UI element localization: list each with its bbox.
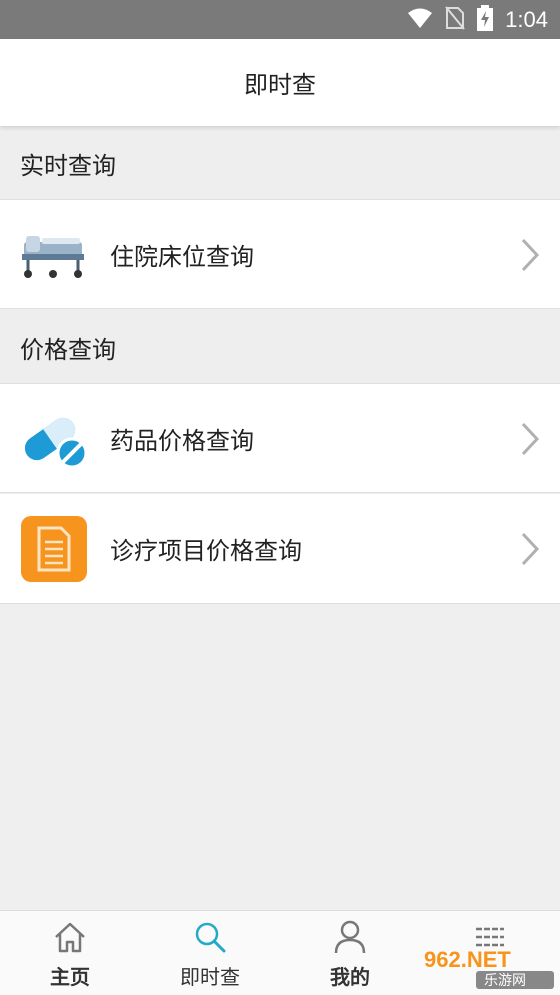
document-icon bbox=[20, 515, 88, 583]
chevron-right-icon bbox=[521, 238, 540, 272]
nav-label: 即时查 bbox=[180, 965, 240, 989]
pill-icon bbox=[20, 405, 88, 473]
section-header-realtime: 实时查询 bbox=[0, 126, 560, 200]
chevron-right-icon bbox=[521, 422, 540, 456]
page-title: 即时查 bbox=[244, 71, 316, 99]
nav-item-instant-query[interactable]: 即时查 bbox=[140, 911, 280, 995]
battery-charging-icon bbox=[477, 4, 494, 35]
chevron-right-icon bbox=[521, 532, 540, 566]
watermark-text: 962.NET bbox=[424, 947, 511, 972]
status-bar: 1:04 bbox=[0, 0, 560, 39]
watermark-subtext: 乐游网 bbox=[484, 973, 526, 989]
watermark-logo: 962.NET 乐游网 bbox=[424, 947, 554, 989]
list-item-drug-price[interactable]: 药品价格查询 bbox=[0, 383, 560, 493]
list-item-bed-query[interactable]: 住院床位查询 bbox=[0, 199, 560, 309]
user-icon bbox=[334, 920, 366, 954]
nav-label: 我的 bbox=[330, 965, 370, 989]
list-item-label: 药品价格查询 bbox=[110, 426, 254, 455]
home-icon bbox=[55, 922, 85, 953]
no-sim-icon bbox=[445, 5, 465, 34]
section-header-price: 价格查询 bbox=[0, 310, 560, 384]
hospital-bed-icon bbox=[20, 221, 88, 289]
title-bar: 即时查 bbox=[0, 39, 560, 126]
nav-label: 主页 bbox=[50, 965, 90, 989]
status-time: 1:04 bbox=[505, 6, 548, 32]
nav-item-home[interactable]: 主页 bbox=[0, 911, 140, 995]
list-item-label: 诊疗项目价格查询 bbox=[110, 537, 302, 565]
search-icon bbox=[195, 922, 226, 953]
list-item-label: 住院床位查询 bbox=[110, 242, 254, 271]
nav-item-mine[interactable]: 我的 bbox=[280, 911, 420, 995]
list-item-treatment-price[interactable]: 诊疗项目价格查询 bbox=[0, 494, 560, 604]
wifi-icon bbox=[407, 7, 433, 33]
